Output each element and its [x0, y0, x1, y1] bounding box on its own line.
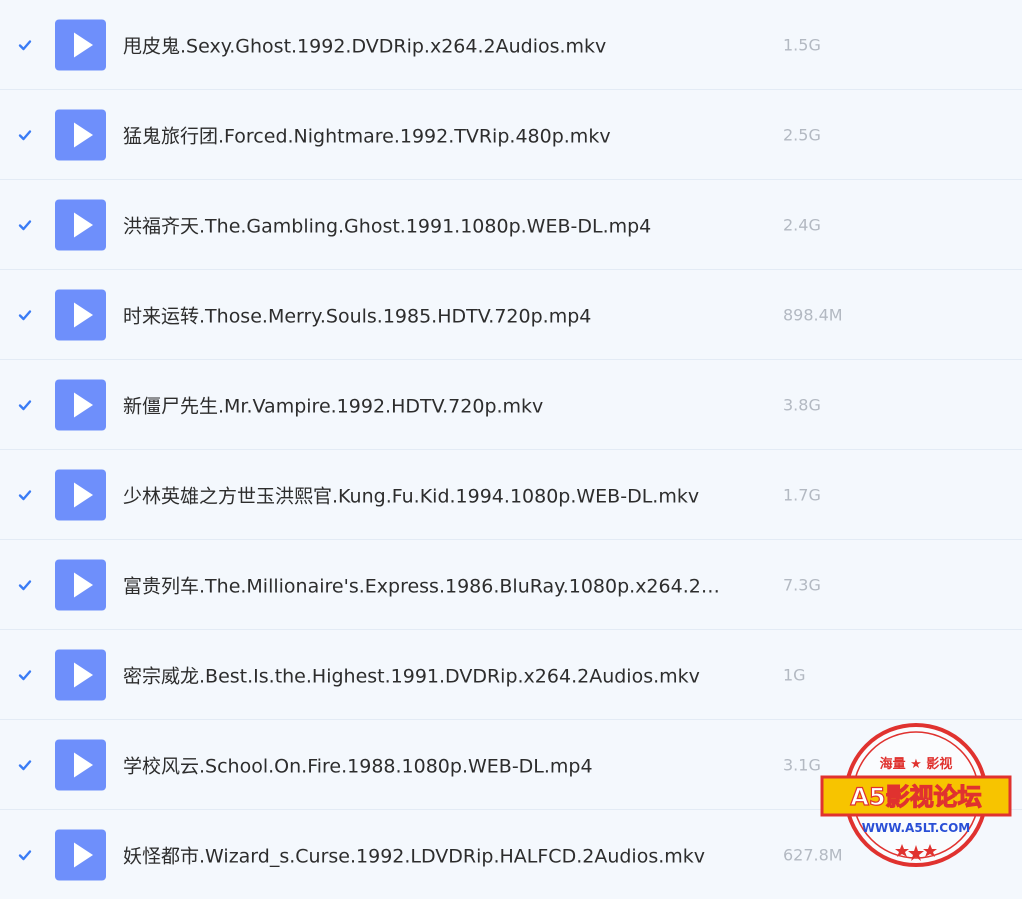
file-name[interactable]: 时来运转.Those.Merry.Souls.1985.HDTV.720p.mp…	[123, 301, 728, 328]
file-row[interactable]: 洪福齐天.The.Gambling.Ghost.1991.1080p.WEB-D…	[0, 180, 1022, 270]
file-size: 1.7G	[783, 485, 821, 504]
file-row[interactable]: 时来运转.Those.Merry.Souls.1985.HDTV.720p.mp…	[0, 270, 1022, 360]
file-row[interactable]: 新僵尸先生.Mr.Vampire.1992.HDTV.720p.mkv 3.8G	[0, 360, 1022, 450]
file-row[interactable]: 猛鬼旅行团.Forced.Nightmare.1992.TVRip.480p.m…	[0, 90, 1022, 180]
file-checkbox[interactable]	[15, 485, 35, 505]
file-row[interactable]: 富贵列车.The.Millionaire's.Express.1986.BluR…	[0, 540, 1022, 630]
file-size: 2.4G	[783, 215, 821, 234]
file-size: 898.4M	[783, 305, 843, 324]
play-icon[interactable]	[55, 649, 106, 700]
play-icon[interactable]	[55, 109, 106, 160]
file-name[interactable]: 少林英雄之方世玉洪熙官.Kung.Fu.Kid.1994.1080p.WEB-D…	[123, 481, 728, 508]
play-icon[interactable]	[55, 469, 106, 520]
file-name[interactable]: 猛鬼旅行团.Forced.Nightmare.1992.TVRip.480p.m…	[123, 121, 728, 148]
file-name[interactable]: 富贵列车.The.Millionaire's.Express.1986.BluR…	[123, 571, 728, 598]
play-icon[interactable]	[55, 829, 106, 880]
file-name[interactable]: 甩皮鬼.Sexy.Ghost.1992.DVDRip.x264.2Audios.…	[123, 31, 728, 58]
file-checkbox[interactable]	[15, 125, 35, 145]
watermark-stamp: 海量 ★ 影视 A5影视论坛 WWW.A5LT.COM	[818, 721, 1014, 869]
watermark-top-text: 海量 ★ 影视	[880, 756, 953, 772]
file-checkbox[interactable]	[15, 755, 35, 775]
file-checkbox[interactable]	[15, 575, 35, 595]
file-name[interactable]: 妖怪都市.Wizard_s.Curse.1992.LDVDRip.HALFCD.…	[123, 841, 728, 868]
file-size: 3.1G	[783, 755, 821, 774]
play-icon[interactable]	[55, 199, 106, 250]
play-icon[interactable]	[55, 19, 106, 70]
file-checkbox[interactable]	[15, 665, 35, 685]
watermark-main-text: A5影视论坛	[850, 783, 981, 811]
play-icon[interactable]	[55, 289, 106, 340]
file-checkbox[interactable]	[15, 305, 35, 325]
play-icon[interactable]	[55, 559, 106, 610]
file-name[interactable]: 洪福齐天.The.Gambling.Ghost.1991.1080p.WEB-D…	[123, 211, 728, 238]
file-row[interactable]: 少林英雄之方世玉洪熙官.Kung.Fu.Kid.1994.1080p.WEB-D…	[0, 450, 1022, 540]
file-checkbox[interactable]	[15, 845, 35, 865]
file-checkbox[interactable]	[15, 395, 35, 415]
file-row[interactable]: 甩皮鬼.Sexy.Ghost.1992.DVDRip.x264.2Audios.…	[0, 0, 1022, 90]
file-size: 1.5G	[783, 35, 821, 54]
file-checkbox[interactable]	[15, 215, 35, 235]
play-icon[interactable]	[55, 739, 106, 790]
file-row[interactable]: 密宗威龙.Best.Is.the.Highest.1991.DVDRip.x26…	[0, 630, 1022, 720]
file-name[interactable]: 新僵尸先生.Mr.Vampire.1992.HDTV.720p.mkv	[123, 391, 728, 418]
file-checkbox[interactable]	[15, 35, 35, 55]
play-icon[interactable]	[55, 379, 106, 430]
watermark-url: WWW.A5LT.COM	[862, 821, 970, 835]
file-size: 7.3G	[783, 575, 821, 594]
file-size: 3.8G	[783, 395, 821, 414]
file-size: 2.5G	[783, 125, 821, 144]
file-size: 1G	[783, 665, 806, 684]
file-name[interactable]: 学校风云.School.On.Fire.1988.1080p.WEB-DL.mp…	[123, 751, 728, 778]
file-name[interactable]: 密宗威龙.Best.Is.the.Highest.1991.DVDRip.x26…	[123, 661, 728, 688]
